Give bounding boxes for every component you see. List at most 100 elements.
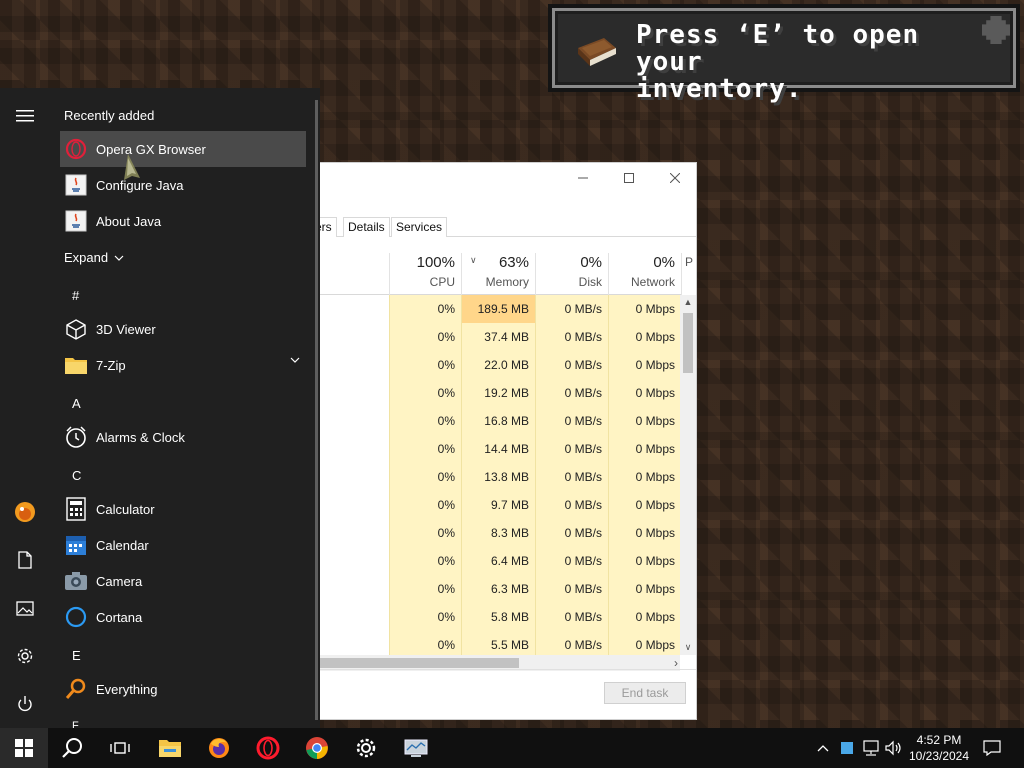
- task-manager-taskbar-button[interactable]: [392, 728, 440, 768]
- search-button[interactable]: [48, 728, 96, 768]
- letter-header-hash[interactable]: #: [72, 288, 79, 303]
- chrome-button[interactable]: [293, 728, 341, 768]
- column-header-disk[interactable]: 0% Disk: [535, 253, 608, 295]
- app-configure-java[interactable]: Configure Java: [60, 167, 306, 203]
- chrome-icon: [306, 737, 328, 759]
- disk-cell: 0 MB/s: [535, 463, 608, 491]
- memory-cell: 5.8 MB: [461, 603, 535, 631]
- app-cortana[interactable]: Cortana: [60, 599, 306, 635]
- chevron-down-icon[interactable]: [290, 357, 300, 363]
- power-button[interactable]: [0, 680, 50, 728]
- app-opera-gx[interactable]: Opera GX Browser: [60, 131, 306, 167]
- app-alarms-clock[interactable]: Alarms & Clock: [60, 419, 306, 455]
- table-row[interactable]: 0% 8.3 MB 0 MB/s 0 Mbps: [307, 519, 680, 547]
- network-cell: 0 Mbps: [608, 463, 680, 491]
- maximize-button[interactable]: [606, 167, 652, 189]
- documents-button[interactable]: [0, 536, 50, 584]
- clock[interactable]: 4:52 PM 10/23/2024: [902, 732, 976, 764]
- app-7zip[interactable]: 7-Zip: [60, 347, 306, 383]
- app-name: Opera GX Browser: [96, 141, 206, 157]
- table-row[interactable]: 0% 13.8 MB 0 MB/s 0 Mbps: [307, 463, 680, 491]
- start-menu-scrollbar[interactable]: [315, 100, 318, 720]
- cpu-cell: 0%: [389, 323, 461, 351]
- close-button[interactable]: [652, 167, 698, 189]
- cpu-cell: 0%: [389, 547, 461, 575]
- scroll-down-icon[interactable]: ∨: [680, 642, 696, 653]
- letter-header-a[interactable]: A: [72, 396, 81, 411]
- table-row[interactable]: 0% 9.7 MB 0 MB/s 0 Mbps: [307, 491, 680, 519]
- network-button[interactable]: [860, 728, 882, 768]
- disk-cell: 0 MB/s: [535, 351, 608, 379]
- inventory-toast: Press ‘E’ to open your inventory.: [548, 4, 1020, 103]
- table-row[interactable]: 0% 5.8 MB 0 MB/s 0 Mbps: [307, 603, 680, 631]
- letter-header-e[interactable]: E: [72, 648, 81, 663]
- file-explorer-button[interactable]: [146, 728, 194, 768]
- column-header-cpu[interactable]: 100% CPU: [389, 253, 461, 295]
- task-view-button[interactable]: [96, 728, 144, 768]
- memory-cell: 6.3 MB: [461, 575, 535, 603]
- vertical-scrollbar[interactable]: ▲ ∨: [680, 295, 696, 655]
- cpu-cell: 0%: [389, 351, 461, 379]
- start-menu: Recently added Opera GX Browser Configur…: [0, 88, 320, 728]
- app-everything[interactable]: Everything: [60, 671, 306, 707]
- scroll-thumb[interactable]: [683, 313, 693, 373]
- column-header-memory[interactable]: ∨ 63% Memory: [461, 253, 535, 295]
- show-hidden-icons-button[interactable]: [814, 728, 832, 768]
- app-name: Calculator: [96, 501, 155, 517]
- app-calendar[interactable]: Calendar: [60, 527, 306, 563]
- app-name: Cortana: [96, 609, 143, 625]
- table-row[interactable]: 0% 19.2 MB 0 MB/s 0 Mbps: [307, 379, 680, 407]
- camera-icon: [64, 569, 88, 593]
- memory-cell: 14.4 MB: [461, 435, 535, 463]
- table-row[interactable]: 0% 5.5 MB 0 MB/s 0 Mbps: [307, 631, 680, 655]
- volume-icon: [885, 740, 901, 756]
- column-header-network[interactable]: 0% Network: [608, 253, 681, 295]
- memory-cell: 22.0 MB: [461, 351, 535, 379]
- table-row[interactable]: 0% 22.0 MB 0 MB/s 0 Mbps: [307, 351, 680, 379]
- taskbar: 4:52 PM 10/23/2024: [0, 728, 1024, 768]
- letter-header-c[interactable]: C: [72, 468, 81, 483]
- user-avatar-button[interactable]: [0, 488, 50, 536]
- alarm-clock-icon: [64, 425, 88, 449]
- tab-details[interactable]: Details: [343, 217, 390, 237]
- end-task-button[interactable]: End task: [604, 682, 686, 704]
- magnifier-icon: [64, 677, 88, 701]
- app-3d-viewer[interactable]: 3D Viewer: [60, 311, 306, 347]
- letter-header-f[interactable]: F: [72, 720, 79, 728]
- pictures-button[interactable]: [0, 584, 50, 632]
- table-row[interactable]: 0% 16.8 MB 0 MB/s 0 Mbps: [307, 407, 680, 435]
- cpu-cell: 0%: [389, 295, 461, 323]
- table-row[interactable]: 0% 37.4 MB 0 MB/s 0 Mbps: [307, 323, 680, 351]
- network-cell: 0 Mbps: [608, 407, 680, 435]
- disk-cell: 0 MB/s: [535, 295, 608, 323]
- app-calculator[interactable]: Calculator: [60, 491, 306, 527]
- scroll-up-icon[interactable]: ▲: [680, 297, 696, 307]
- table-row[interactable]: 0% 6.3 MB 0 MB/s 0 Mbps: [307, 575, 680, 603]
- volume-button[interactable]: [884, 728, 904, 768]
- app-camera[interactable]: Camera: [60, 563, 306, 599]
- network-cell: 0 Mbps: [608, 491, 680, 519]
- memory-cell: 37.4 MB: [461, 323, 535, 351]
- task-manager-window: ers Details Services 100% CPU ∨ 63% Memo…: [306, 162, 697, 720]
- network-label: Network: [630, 275, 675, 289]
- settings-taskbar-button[interactable]: [342, 728, 390, 768]
- column-header-power[interactable]: P: [681, 253, 693, 295]
- table-row[interactable]: 0% 14.4 MB 0 MB/s 0 Mbps: [307, 435, 680, 463]
- network-cell: 0 Mbps: [608, 547, 680, 575]
- power-icon: [18, 696, 32, 712]
- start-button[interactable]: [0, 728, 48, 768]
- firefox-button[interactable]: [195, 728, 243, 768]
- tab-services[interactable]: Services: [391, 217, 448, 237]
- notifications-button[interactable]: [980, 728, 1004, 768]
- table-row[interactable]: 0% 6.4 MB 0 MB/s 0 Mbps: [307, 547, 680, 575]
- expand-button[interactable]: Expand: [64, 250, 124, 265]
- tray-app-button[interactable]: [838, 728, 856, 768]
- app-about-java[interactable]: About Java: [60, 203, 306, 239]
- opera-button[interactable]: [244, 728, 292, 768]
- minimize-button[interactable]: [560, 167, 606, 189]
- table-row[interactable]: 0% 189.5 MB 0 MB/s 0 Mbps: [307, 295, 680, 323]
- hamburger-menu-button[interactable]: [0, 92, 50, 140]
- scroll-thumb-horizontal[interactable]: [307, 658, 519, 668]
- settings-button[interactable]: [0, 632, 50, 680]
- network-icon: [863, 740, 879, 756]
